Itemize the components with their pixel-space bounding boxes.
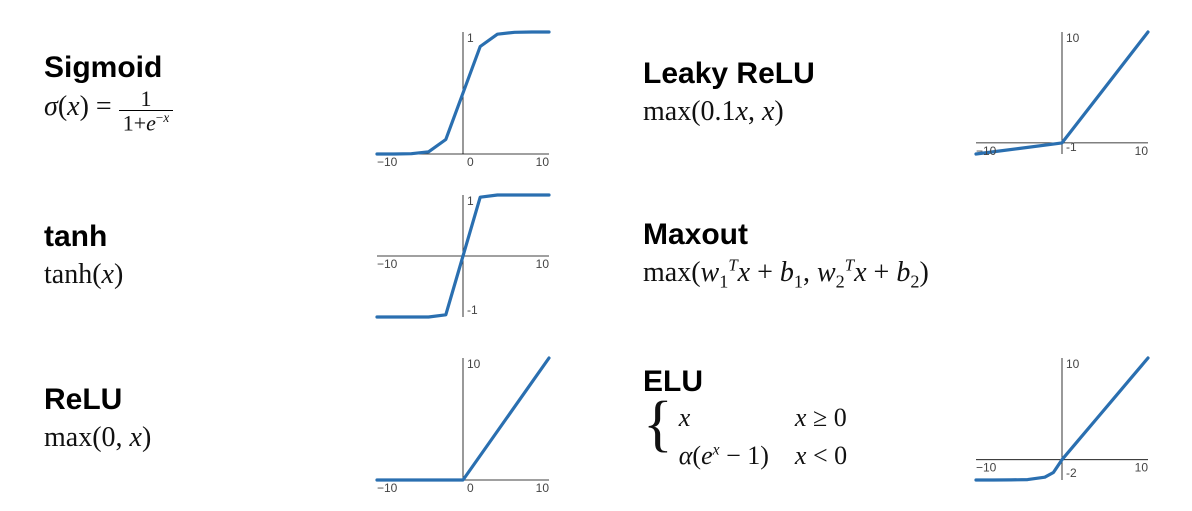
leaky-relu-text: Leaky ReLU max(0.1x, x) [643,57,944,129]
svg-text:10: 10 [1135,143,1149,157]
tanh-plot: −10 10 -1 1 [363,181,563,331]
leaky-relu-formula: max(0.1x, x) [643,94,944,129]
relu-title: ReLU [44,383,345,416]
svg-text:10: 10 [536,481,550,494]
cell-maxout: Maxout max(w1Tx + b1, w2Tx + b2) [643,177,1162,334]
svg-text:0: 0 [467,481,474,494]
sigmoid-plot: −10 10 0 1 [363,18,563,168]
leaky-relu-plot: −10 10 -1 10 [962,18,1162,168]
tanh-formula: tanh(x) [44,257,345,292]
elu-plot: −10 10 -2 10 [962,344,1162,494]
svg-text:-1: -1 [1066,140,1077,154]
svg-text:−10: −10 [976,143,997,157]
maxout-text: Maxout max(w1Tx + b1, w2Tx + b2) [643,218,1162,293]
leaky-relu-title: Leaky ReLU [643,57,944,90]
svg-text:10: 10 [536,155,550,168]
cell-relu: ReLU max(0, x) −10 10 0 10 [44,340,563,497]
svg-text:−10: −10 [377,481,398,494]
tanh-text: tanh tanh(x) [44,220,345,292]
svg-text:1: 1 [467,31,474,45]
elu-text: ELU { x x ≥ 0 α(ex − 1) x < 0 [643,365,944,473]
relu-text: ReLU max(0, x) [44,383,345,455]
elu-title: ELU [643,365,944,398]
svg-text:10: 10 [1135,460,1149,474]
sigmoid-formula: σ(x) = 1 1+e−x [44,88,345,134]
svg-text:10: 10 [1066,357,1080,371]
svg-text:−10: −10 [377,155,398,168]
cell-sigmoid: Sigmoid σ(x) = 1 1+e−x −10 10 0 1 [44,14,563,171]
svg-text:1: 1 [467,194,474,208]
cell-leaky-relu: Leaky ReLU max(0.1x, x) −10 10 -1 10 [643,14,1162,171]
svg-text:-1: -1 [467,303,478,317]
svg-text:10: 10 [1066,31,1080,45]
sigmoid-text: Sigmoid σ(x) = 1 1+e−x [44,51,345,134]
svg-text:0: 0 [467,155,474,168]
svg-text:-2: -2 [1066,466,1077,480]
svg-text:10: 10 [536,257,550,271]
cell-tanh: tanh tanh(x) −10 10 -1 1 [44,177,563,334]
svg-text:10: 10 [467,357,481,371]
sigmoid-title: Sigmoid [44,51,345,84]
tanh-title: tanh [44,220,345,253]
maxout-formula: max(w1Tx + b1, w2Tx + b2) [643,255,1162,293]
activation-functions-figure: Sigmoid σ(x) = 1 1+e−x −101001 Leaky ReL… [0,0,1192,511]
svg-text:−10: −10 [377,257,398,271]
svg-text:−10: −10 [976,460,997,474]
maxout-title: Maxout [643,218,1162,251]
elu-formula: { x x ≥ 0 α(ex − 1) x < 0 [643,402,944,473]
relu-plot: −10 10 0 10 [363,344,563,494]
relu-formula: max(0, x) [44,420,345,455]
cell-elu: ELU { x x ≥ 0 α(ex − 1) x < 0 −10 10 -2 10 [643,340,1162,497]
